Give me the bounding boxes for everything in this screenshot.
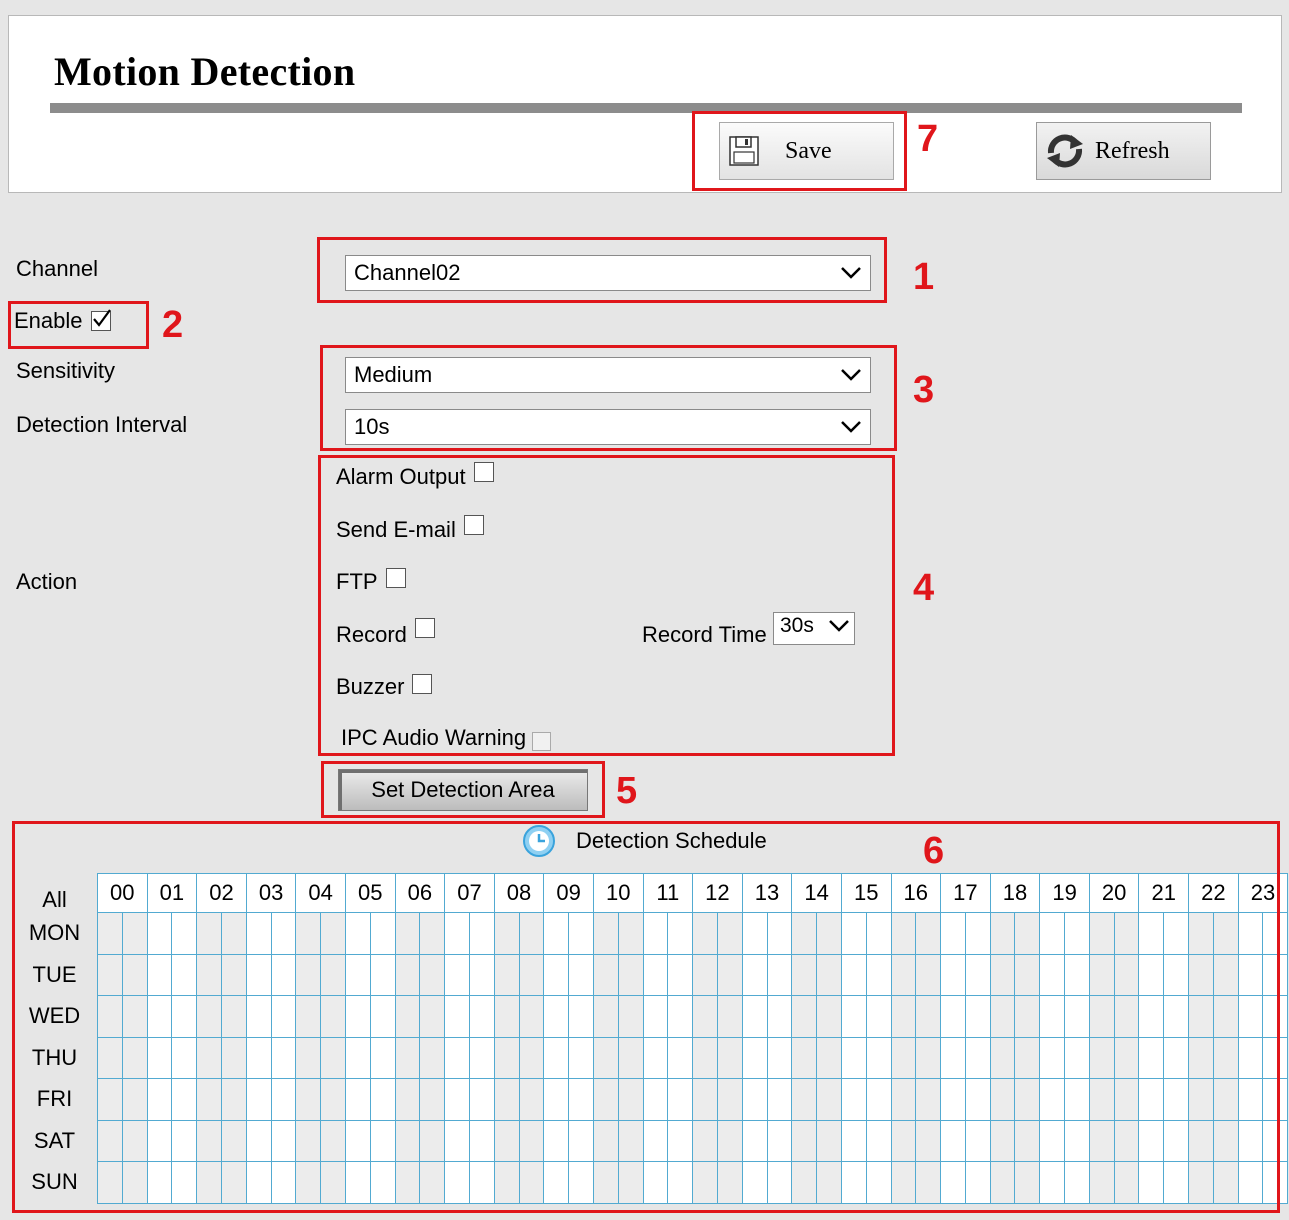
sensitivity-label: Sensitivity <box>16 358 116 383</box>
annotation-number-5: 5 <box>616 770 638 812</box>
annotation-box-7 <box>692 111 907 191</box>
annotation-box-5 <box>321 761 605 818</box>
action-label: Action <box>16 569 78 594</box>
refresh-label: Refresh <box>1095 137 1170 164</box>
annotation-number-4: 4 <box>913 567 935 609</box>
refresh-button[interactable]: Refresh <box>1036 122 1211 180</box>
annotation-number-1: 1 <box>913 256 935 298</box>
annotation-box-3 <box>320 345 897 451</box>
page-title: Motion Detection <box>54 49 356 94</box>
annotation-box-4 <box>318 455 895 756</box>
refresh-icon <box>1043 131 1087 171</box>
channel-label: Channel <box>16 256 98 281</box>
annotation-box-6 <box>12 821 1280 1213</box>
annotation-number-3: 3 <box>913 369 935 411</box>
interval-label: Detection Interval <box>16 412 188 437</box>
annotation-number-6: 6 <box>923 830 945 872</box>
annotation-box-2 <box>8 301 149 349</box>
annotation-number-7: 7 <box>917 118 939 160</box>
annotation-number-2: 2 <box>162 304 184 346</box>
annotation-box-1 <box>317 237 887 303</box>
title-divider <box>50 103 1242 113</box>
